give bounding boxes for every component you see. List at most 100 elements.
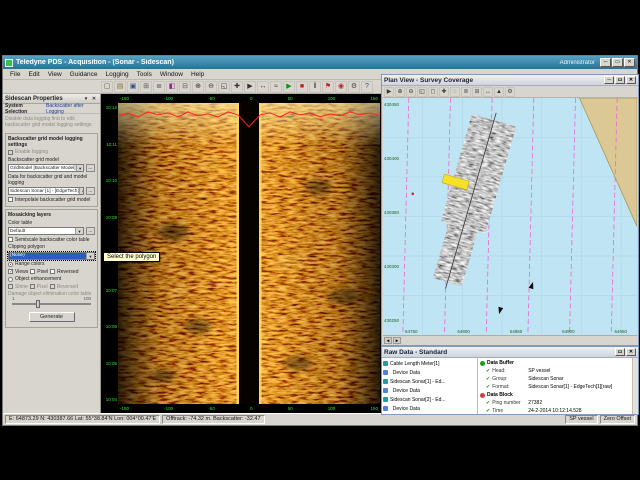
clipping-polygon-dropdown[interactable]: (None)	[7, 250, 96, 261]
device-tree[interactable]: Cable Length Meter[1] Device Data Sidesc…	[382, 358, 478, 414]
slider-track[interactable]	[12, 303, 91, 305]
shine-checkbox[interactable]	[8, 284, 13, 289]
zoom-in-icon[interactable]: ⊕	[395, 86, 405, 97]
semiscale-checkbox[interactable]	[8, 237, 13, 242]
stop-logging-icon[interactable]: ■	[296, 80, 308, 93]
device-tree-item[interactable]: Device Data	[383, 368, 476, 377]
grid-icon[interactable]: ⊞	[472, 86, 482, 97]
menu-item[interactable]: View	[44, 71, 66, 78]
zoom-extents-icon[interactable]: ◱	[218, 80, 230, 93]
profile-icon[interactable]: ≈	[270, 80, 282, 93]
panel-pin-icon[interactable]: ▾	[82, 96, 90, 102]
logging-data-dropdown[interactable]: Sidescan Sonar [1] - [EdgeTech]	[8, 187, 84, 195]
tab-system-selection[interactable]: System Selection	[5, 103, 43, 115]
buffer-row[interactable]: ✔ Head: SP vessel	[480, 367, 630, 375]
measure-icon[interactable]: ↔	[257, 80, 269, 93]
settings-icon[interactable]: ⚙	[505, 86, 515, 97]
event-flag-icon[interactable]: ⚑	[322, 80, 334, 93]
block-row[interactable]: ✔ Time 24-2-2014 10:12:14.528	[480, 407, 630, 414]
device-tree-item[interactable]: Sidescan Sonar[1] - Ed...	[383, 377, 476, 386]
plan-view-title-bar[interactable]: Plan View - Survey Coverage ─ ▭ ✕	[382, 75, 638, 86]
start-logging-icon[interactable]: ▶	[283, 80, 295, 93]
reversed2-checkbox[interactable]	[49, 284, 55, 289]
reversed-checkbox[interactable]	[50, 269, 56, 274]
logging-data-label: Data for backscatter grid and model logg…	[8, 173, 88, 186]
generate-button[interactable]: Generate	[28, 312, 75, 322]
select-icon[interactable]: ▶	[384, 86, 394, 97]
device-tree-item[interactable]: Cable Length Meter[1]	[383, 359, 476, 368]
plan-close-button[interactable]: ✕	[626, 76, 636, 84]
zoom-out-icon[interactable]: ⊖	[205, 80, 217, 93]
device-tree-item[interactable]: Sidescan Sonar[2] - Ed...	[383, 395, 476, 404]
pixel2-checkbox[interactable]	[29, 284, 35, 289]
layers-icon[interactable]: ≣	[153, 80, 165, 93]
help-icon[interactable]: ?	[361, 80, 373, 93]
polygon-tooltip: Select the polygon	[103, 252, 161, 262]
menu-item[interactable]: Help	[187, 71, 208, 78]
zoom-in-icon[interactable]: ⊕	[192, 80, 204, 93]
zoom-window-icon[interactable]: ◱	[417, 86, 427, 97]
menu-item[interactable]: Edit	[24, 71, 43, 78]
logging-group-title: Backscatter grid model logging settings	[8, 135, 83, 148]
tab-backscatter-after-logging[interactable]: Backscatter after Logging	[46, 103, 98, 115]
scroll-left-button[interactable]: ◄	[384, 336, 392, 344]
maximize-button[interactable]: ▭	[612, 58, 623, 67]
menu-item[interactable]: Window	[156, 71, 187, 78]
raw-close-button[interactable]: ✕	[626, 348, 636, 356]
title-bar[interactable]: Teledyne PDS - Acquisition - (Sonar - Si…	[3, 56, 637, 69]
slider-thumb[interactable]	[35, 300, 40, 308]
menu-item[interactable]: Tools	[133, 71, 156, 78]
block-row[interactable]: ✔ Ping number 27382	[480, 399, 630, 407]
device-tree-item[interactable]: Device Data	[383, 404, 476, 413]
interpolate-checkbox[interactable]	[8, 197, 13, 202]
menu-item[interactable]: Logging	[102, 71, 133, 78]
select-icon[interactable]: ▶	[244, 80, 256, 93]
save-icon[interactable]: ▣	[127, 80, 139, 93]
zoom-extents-icon[interactable]: ◻	[428, 86, 438, 97]
views-checkbox[interactable]	[8, 269, 13, 274]
data-details-pane[interactable]: Data Buffer ✔ Head: SP vessel ✔ Group: S…	[478, 358, 632, 414]
plan-maximize-button[interactable]: ▭	[615, 76, 625, 84]
range-colors-radio[interactable]	[8, 261, 13, 267]
pan-icon[interactable]: ✚	[231, 80, 243, 93]
buffer-row[interactable]: ✔ Format: Sidescan Sonar[1] - EdgeTech[1…	[480, 383, 630, 391]
easting-label: 64750	[405, 329, 418, 334]
object-enhancement-radio[interactable]	[8, 276, 13, 282]
minimize-button[interactable]: ─	[600, 58, 611, 67]
menu-item[interactable]: File	[6, 71, 24, 78]
panel-close-icon[interactable]: ✕	[90, 96, 98, 102]
damage-elimination-slider[interactable]: 1 100	[12, 296, 91, 309]
scroll-right-button[interactable]: ►	[393, 336, 401, 344]
close-button[interactable]: ✕	[624, 58, 635, 67]
print-icon[interactable]: ⊞	[140, 80, 152, 93]
pause-logging-icon[interactable]: ‖	[309, 80, 321, 93]
new-file-icon[interactable]: ▢	[101, 80, 113, 93]
raw-data-title-bar[interactable]: Raw Data - Standard ▭ ✕	[382, 347, 638, 358]
menu-item[interactable]: Guidance	[66, 71, 102, 78]
zoom-out-icon[interactable]: ⊖	[406, 86, 416, 97]
grid-model-browse-button[interactable]: ...	[86, 164, 95, 172]
device-tree-item[interactable]: Device Data	[383, 386, 476, 395]
alarm-icon[interactable]: ◉	[335, 80, 347, 93]
pixel-checkbox[interactable]	[30, 269, 36, 274]
raw-maximize-button[interactable]: ▭	[615, 348, 625, 356]
color-table-dropdown[interactable]: Default	[8, 227, 84, 235]
buffer-row[interactable]: ✔ Group: Sidescan Sonar	[480, 375, 630, 383]
settings-icon[interactable]: ⚙	[348, 80, 360, 93]
grid-icon[interactable]: ⊟	[179, 80, 191, 93]
survey-coverage-map[interactable]: 430450 430400 430350 430300 430250 64750 6480…	[383, 98, 637, 335]
pan-icon[interactable]: ✚	[439, 86, 449, 97]
redraw-icon[interactable]: ◌	[450, 86, 460, 97]
color-table-browse-button[interactable]: ...	[86, 227, 95, 235]
logging-data-browse-button[interactable]: ...	[86, 187, 95, 195]
plan-minimize-button[interactable]: ─	[604, 76, 614, 84]
grid-model-dropdown[interactable]: GridModel [Backscatter Model]	[8, 164, 84, 172]
enable-logging-checkbox[interactable]	[8, 149, 13, 155]
north-arrow-icon[interactable]: ▲	[494, 86, 504, 97]
ruler-icon[interactable]: ↔	[483, 86, 493, 97]
raw-data-scrollbar[interactable]	[632, 358, 638, 414]
open-file-icon[interactable]: ▤	[114, 80, 126, 93]
palette-icon[interactable]: ◧	[166, 80, 178, 93]
layers-icon[interactable]: ≣	[461, 86, 471, 97]
field-name: Head:	[492, 368, 506, 374]
